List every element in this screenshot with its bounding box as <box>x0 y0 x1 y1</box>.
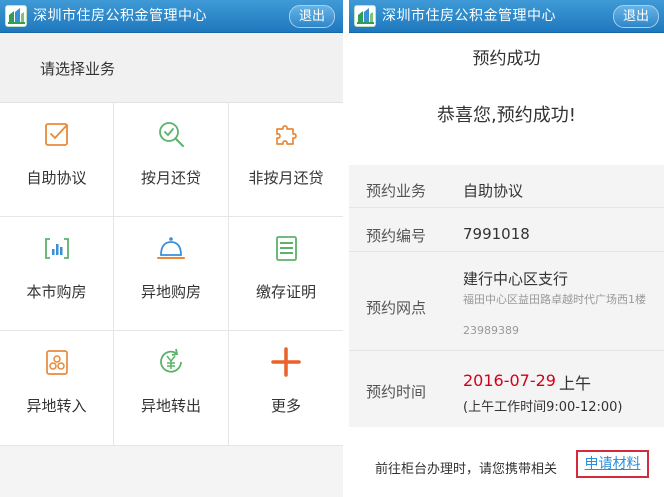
booking-details: 预约业务 自助协议 预约编号 7991018 预约网点 建行中心区支行 福田中心… <box>349 165 664 427</box>
logout-button[interactable]: 退出 <box>288 5 335 28</box>
service-label: 自助协议 <box>26 169 87 187</box>
service-remote-purchase[interactable]: 异地购房 <box>114 217 229 331</box>
page-title: 预约成功 <box>472 49 541 69</box>
housing-fund-logo-icon <box>354 5 376 27</box>
service-label: 非按月还贷 <box>248 169 324 187</box>
service-label: 异地转出 <box>140 397 201 415</box>
service-label: 异地转入 <box>26 397 87 415</box>
service-non-monthly-repayment[interactable]: 非按月还贷 <box>229 103 343 217</box>
housing-fund-logo-icon <box>5 5 27 27</box>
prompt-text: 请选择业务 <box>40 60 116 78</box>
magnifier-check-icon <box>156 119 186 149</box>
service-select-screen: 深圳市住房公积金管理中心 退出 请选择业务 自助协议 按月还贷 非按月还贷 本市… <box>0 0 343 497</box>
left-footer-area <box>0 446 343 497</box>
service-label: 更多 <box>270 397 301 415</box>
detail-key: 预约编号 <box>366 227 427 245</box>
success-message: 恭喜您,预约成功! <box>437 105 576 126</box>
detail-row-service: 预约业务 自助协议 <box>349 165 664 208</box>
detail-row-branch: 预约网点 建行中心区支行 福田中心区益田路卓越时代广场西1楼 23989389 <box>349 252 664 351</box>
detail-key: 预约业务 <box>366 182 427 200</box>
app-header: 深圳市住房公积金管理中心 退出 <box>0 0 343 33</box>
plus-icon <box>271 347 301 377</box>
service-monthly-repayment[interactable]: 按月还贷 <box>114 103 229 217</box>
app-title: 深圳市住房公积金管理中心 <box>33 8 207 24</box>
bring-materials-notice: 前往柜台办理时，请您携带相关 <box>375 462 558 477</box>
branch-name: 建行中心区支行 <box>463 270 569 288</box>
app-title: 深圳市住房公积金管理中心 <box>382 8 556 24</box>
detail-value: 自助协议 <box>463 182 524 200</box>
working-hours: (上午工作时间9:00-12:00) <box>463 400 623 415</box>
booking-success-screen: 深圳市住房公积金管理中心 退出 预约成功 恭喜您,预约成功! 预约业务 自助协议… <box>349 0 664 497</box>
booking-period: 上午 <box>559 374 592 393</box>
yen-refresh-icon <box>156 347 186 377</box>
detail-row-number: 预约编号 7991018 <box>349 208 664 252</box>
service-more[interactable]: 更多 <box>229 331 343 446</box>
detail-key: 预约时间 <box>366 383 427 401</box>
service-grid: 自助协议 按月还贷 非按月还贷 本市购房 异地购房 缴存证明 异地转入 异地转出… <box>0 103 343 446</box>
checkbox-edit-icon <box>42 119 72 149</box>
branch-address: 福田中心区益田路卓越时代广场西1楼 <box>463 293 646 306</box>
service-local-purchase[interactable]: 本市购房 <box>0 217 114 331</box>
detail-row-time: 预约时间 2016-07-29 上午 (上午工作时间9:00-12:00) <box>349 351 664 427</box>
document-icon <box>271 233 301 263</box>
select-service-prompt: 请选择业务 <box>0 33 343 103</box>
detail-key: 预约网点 <box>366 299 427 317</box>
detail-value: 7991018 <box>463 225 530 243</box>
service-label: 缴存证明 <box>255 283 316 301</box>
service-self-agreement[interactable]: 自助协议 <box>0 103 114 217</box>
coin-stack-icon <box>42 347 72 377</box>
service-transfer-in[interactable]: 异地转入 <box>0 331 114 446</box>
app-header: 深圳市住房公积金管理中心 退出 <box>349 0 664 33</box>
service-label: 本市购房 <box>26 283 87 301</box>
application-materials-link[interactable]: 申请材料 <box>576 450 649 478</box>
service-deposit-certificate[interactable]: 缴存证明 <box>229 217 343 331</box>
puzzle-icon <box>271 119 301 149</box>
branch-phone: 23989389 <box>463 324 519 337</box>
logout-button[interactable]: 退出 <box>612 5 659 28</box>
service-bell-icon <box>156 233 186 263</box>
service-label: 异地购房 <box>140 283 201 301</box>
service-label: 按月还贷 <box>140 169 201 187</box>
booking-date: 2016-07-29 <box>463 371 556 390</box>
service-transfer-out[interactable]: 异地转出 <box>114 331 229 446</box>
bar-chart-icon <box>42 233 72 263</box>
